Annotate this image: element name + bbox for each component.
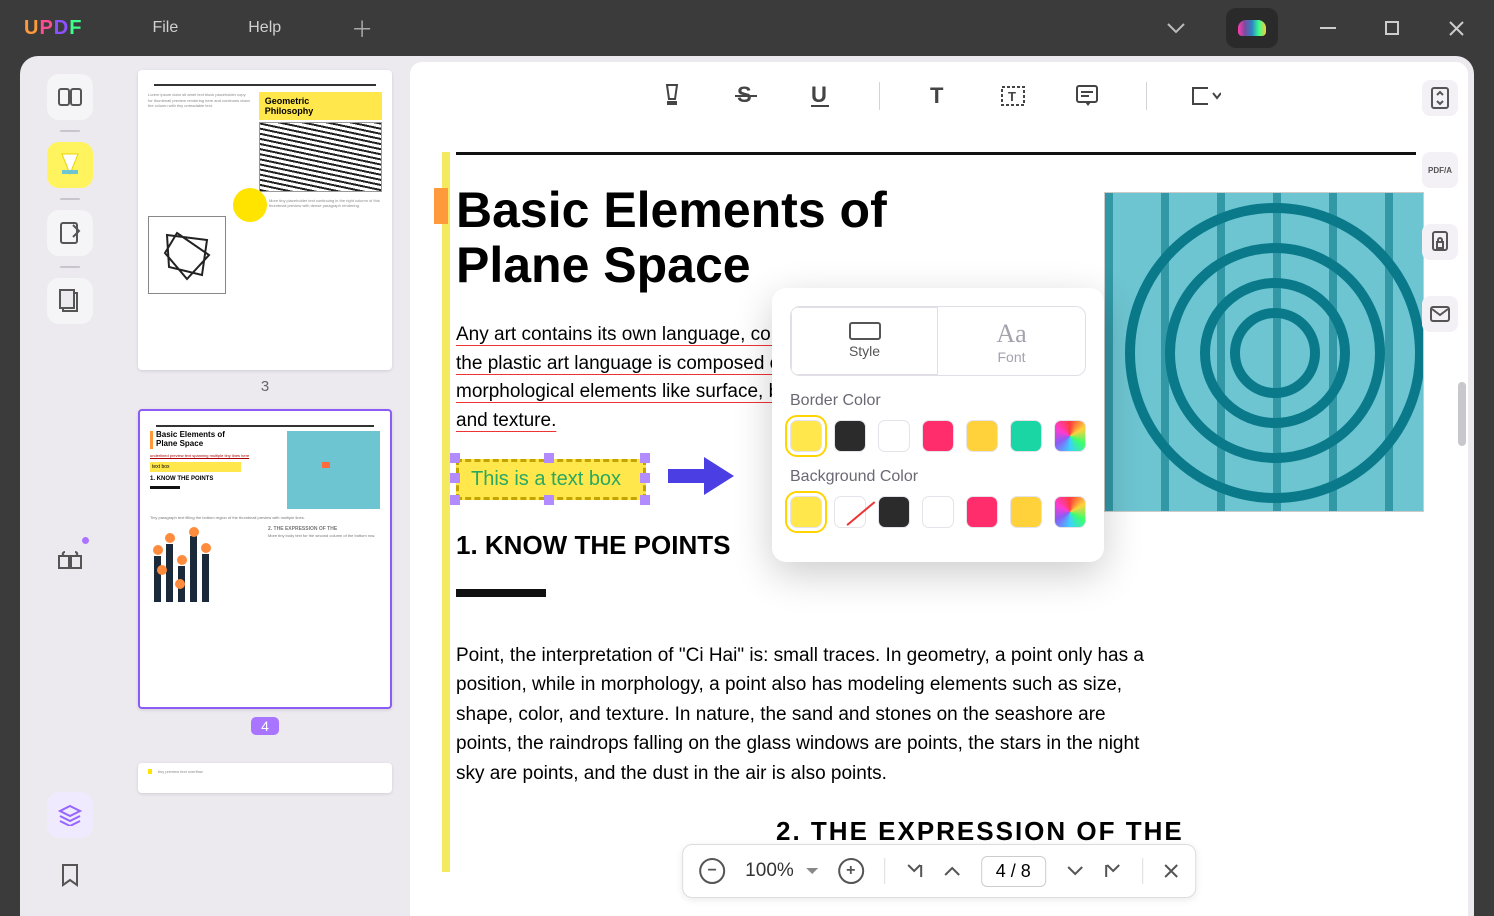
- next-page-button[interactable]: [1066, 864, 1084, 878]
- close-zoom-bar[interactable]: [1163, 863, 1179, 879]
- svg-text:U: U: [811, 84, 827, 107]
- minimize-button[interactable]: [1314, 14, 1342, 42]
- pdfa-icon[interactable]: PDF/A: [1422, 152, 1458, 188]
- thumbnails-panel: Lorem ipsum dolor sit amet text block pl…: [120, 56, 410, 916]
- shape-tool-icon[interactable]: [1191, 81, 1221, 111]
- border-color-label: Border Color: [790, 392, 1086, 410]
- highlighter-icon[interactable]: [657, 81, 687, 111]
- ai-assist-button[interactable]: [1226, 8, 1278, 48]
- thumbnail-4[interactable]: Basic Elements ofPlane Space underlined …: [138, 409, 392, 709]
- bg-color-swatches: [790, 496, 1086, 528]
- arrow-icon: [666, 453, 736, 499]
- chevron-down-icon[interactable]: [1162, 14, 1190, 42]
- textbox-tool-icon[interactable]: T: [998, 81, 1028, 111]
- zoom-out-button[interactable]: −: [699, 858, 725, 884]
- bookmark-button[interactable]: [47, 852, 93, 898]
- text-tool-icon[interactable]: T: [924, 81, 954, 111]
- protect-icon[interactable]: [1422, 224, 1458, 260]
- svg-text:T: T: [930, 85, 944, 107]
- thumbnail-3[interactable]: Lorem ipsum dolor sit amet text block pl…: [138, 70, 392, 370]
- body-paragraph: Point, the interpretation of "Ci Hai" is…: [456, 641, 1156, 788]
- add-tab-button[interactable]: ＋: [351, 12, 373, 44]
- document-area: S U T T Basic Elements of Plane Space An…: [410, 62, 1468, 916]
- border-color-swatches: [790, 420, 1086, 452]
- border-swatch-black[interactable]: [834, 420, 866, 452]
- page-tool[interactable]: [47, 278, 93, 324]
- border-swatch-pink[interactable]: [922, 420, 954, 452]
- comment-tool[interactable]: [47, 142, 93, 188]
- menu-help[interactable]: Help: [248, 19, 281, 37]
- bg-color-label: Background Color: [790, 468, 1086, 486]
- bg-swatch-pink[interactable]: [966, 496, 998, 528]
- zoom-value[interactable]: 100%: [745, 860, 794, 882]
- tab-style[interactable]: Style: [791, 307, 938, 375]
- prev-page-button[interactable]: [943, 864, 961, 878]
- bg-swatch-black[interactable]: [878, 496, 910, 528]
- thumbnail-4-number: 4: [251, 717, 279, 735]
- last-page-button[interactable]: [1104, 862, 1122, 880]
- menu-file[interactable]: File: [152, 19, 178, 37]
- convert-icon[interactable]: [1422, 80, 1458, 116]
- page-title: Basic Elements of Plane Space: [456, 183, 996, 293]
- app-logo: UPDF: [24, 17, 82, 40]
- text-box-annotation[interactable]: This is a text box: [456, 459, 646, 500]
- edit-tool[interactable]: [47, 210, 93, 256]
- border-swatch-teal[interactable]: [1010, 420, 1042, 452]
- bg-swatch-none[interactable]: [834, 496, 866, 528]
- border-swatch-white[interactable]: [878, 420, 910, 452]
- layers-button[interactable]: [47, 792, 93, 838]
- bg-swatch-custom[interactable]: [1054, 496, 1086, 528]
- mail-icon[interactable]: [1422, 296, 1458, 332]
- right-rail: PDF/A: [1422, 80, 1458, 332]
- underline-icon[interactable]: U: [805, 81, 835, 111]
- zoom-in-button[interactable]: +: [838, 858, 864, 884]
- border-swatch-gold[interactable]: [966, 420, 998, 452]
- zoom-bar: − 100% + 4 / 8: [682, 844, 1196, 898]
- section-heading-2: 2. THE EXPRESSION OF THE: [776, 816, 1416, 847]
- note-tool-icon[interactable]: [1072, 81, 1102, 111]
- thumbnail-5[interactable]: tiny preview text overflow: [138, 763, 392, 793]
- border-swatch-custom[interactable]: [1054, 420, 1086, 452]
- first-page-button[interactable]: [905, 862, 923, 880]
- bg-swatch-white[interactable]: [922, 496, 954, 528]
- thumbnail-3-number: 3: [138, 378, 392, 395]
- bg-swatch-yellow[interactable]: [790, 496, 822, 528]
- close-button[interactable]: [1442, 14, 1470, 42]
- reader-tool[interactable]: [47, 74, 93, 120]
- page-indicator[interactable]: 4 / 8: [981, 856, 1046, 887]
- left-rail: [20, 56, 120, 916]
- svg-text:T: T: [1008, 89, 1016, 104]
- gift-button[interactable]: [47, 535, 93, 581]
- textbox-style-popup: Style AaFont Border Color Background Col…: [772, 288, 1104, 562]
- tab-font[interactable]: AaFont: [938, 307, 1085, 375]
- maximize-button[interactable]: [1378, 14, 1406, 42]
- border-swatch-yellow[interactable]: [790, 420, 822, 452]
- bg-swatch-gold[interactable]: [1010, 496, 1042, 528]
- zoom-dropdown-icon[interactable]: [806, 868, 818, 880]
- page-content: Basic Elements of Plane Space Any art co…: [456, 152, 1416, 847]
- scrollbar-thumb[interactable]: [1458, 382, 1466, 446]
- strikethrough-icon[interactable]: S: [731, 81, 761, 111]
- annotation-toolbar: S U T T: [410, 62, 1468, 130]
